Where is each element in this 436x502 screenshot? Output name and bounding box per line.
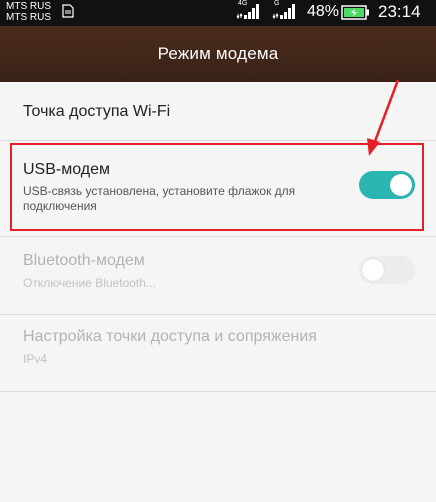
toggle-knob: [362, 259, 384, 281]
carrier-names: MTS RUS MTS RUS: [6, 1, 51, 23]
divider: [0, 391, 436, 392]
bluetooth-modem-subtitle: Отключение Bluetooth...: [23, 276, 156, 290]
battery-percent: 48%: [307, 3, 340, 20]
status-bar: MTS RUS MTS RUS 4G G 48% 23:14: [0, 0, 436, 26]
list-item-wifi-hotspot[interactable]: Точка доступа Wi-Fi: [0, 83, 436, 140]
page-title: Режим модема: [157, 44, 279, 63]
list-item-hotspot-settings[interactable]: Настройка точки доступа и сопряжения IPv…: [0, 315, 436, 391]
carrier-2: MTS RUS: [6, 12, 51, 23]
bluetooth-modem-title: Bluetooth-модем: [23, 252, 145, 269]
signal-icon: [236, 2, 262, 25]
signal-icon: [272, 2, 298, 25]
hotspot-settings-subtitle: IPv4: [23, 352, 48, 366]
clock: 23:14: [378, 2, 421, 21]
carrier-1: MTS RUS: [6, 1, 51, 12]
hotspot-settings-title: Настройка точки доступа и сопряжения: [23, 328, 317, 345]
title-bar: Режим модема: [0, 26, 436, 82]
battery-charging-icon: [341, 5, 371, 25]
bluetooth-modem-toggle[interactable]: [359, 256, 415, 284]
sim-card-icon: [62, 4, 74, 23]
wifi-hotspot-title: Точка доступа Wi-Fi: [23, 103, 171, 120]
list-item-bluetooth-modem[interactable]: Bluetooth-модем Отключение Bluetooth...: [0, 237, 436, 314]
highlight-box: [10, 143, 424, 231]
